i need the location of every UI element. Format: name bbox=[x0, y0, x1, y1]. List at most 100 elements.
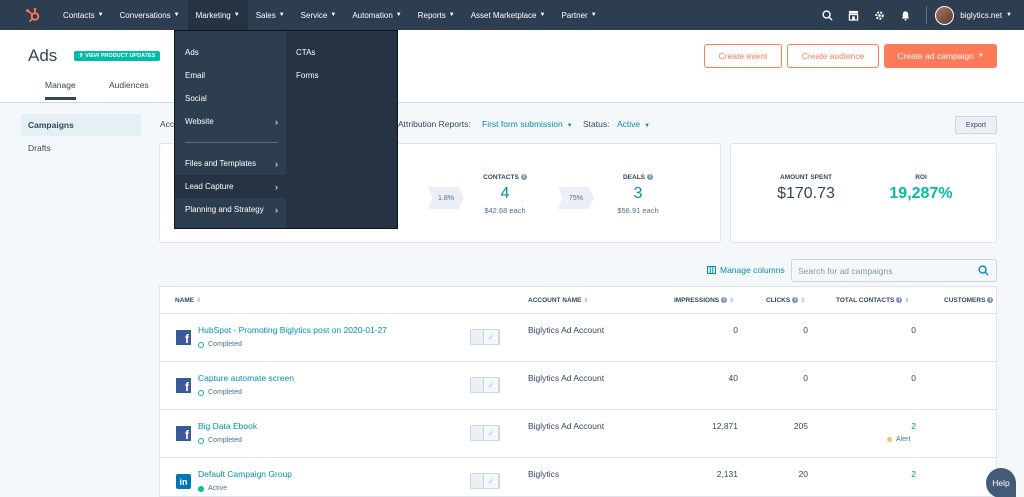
info-icon[interactable]: i bbox=[987, 297, 994, 304]
info-icon[interactable]: i bbox=[721, 297, 728, 304]
table-row: f Capture automate screen Completed ✓ Bi… bbox=[160, 362, 996, 410]
nav-contacts[interactable]: Contacts ▼ bbox=[55, 0, 112, 30]
menu-item-email[interactable]: Email bbox=[175, 64, 286, 87]
check-icon: ✓ bbox=[483, 377, 499, 393]
menu-item-website[interactable]: Website › bbox=[175, 110, 286, 133]
campaign-status-label: Completed bbox=[208, 389, 242, 396]
campaign-name-link[interactable]: Big Data Ebook bbox=[198, 421, 257, 431]
chevron-down-icon: ▼ bbox=[1006, 12, 1012, 18]
column-header-total-contacts[interactable]: TOTAL CONTACTS i ⇕ bbox=[836, 297, 909, 304]
nav-asset-marketplace[interactable]: Asset Marketplace ▼ bbox=[463, 0, 554, 30]
chevron-down-icon: ▼ bbox=[278, 12, 285, 18]
total-contacts-cell[interactable]: 2 bbox=[840, 421, 916, 431]
marketing-dropdown-menu: Ads Email Social Website › Files and Temp… bbox=[174, 30, 398, 229]
sort-icon: ⇕ bbox=[904, 298, 910, 304]
gear-icon[interactable] bbox=[866, 0, 892, 30]
sort-icon: ⇕ bbox=[800, 298, 806, 304]
column-header-impressions[interactable]: IMPRESSIONS i ⇕ bbox=[674, 297, 734, 304]
chevron-down-icon: ▼ bbox=[330, 12, 337, 18]
menu-item-forms[interactable]: Forms bbox=[286, 64, 397, 87]
account-name: biglytics.net bbox=[960, 10, 1003, 20]
nav-conversations[interactable]: Conversations ▼ bbox=[112, 0, 188, 30]
search-icon[interactable] bbox=[814, 0, 840, 30]
search-input[interactable] bbox=[792, 260, 968, 281]
total-contacts-cell[interactable]: 2 bbox=[840, 469, 916, 479]
menu-item-files-and-templates[interactable]: Files and Templates › bbox=[175, 152, 286, 175]
manage-columns-link[interactable]: Manage columns bbox=[707, 265, 785, 275]
menu-item-planning-and-strategy[interactable]: Planning and Strategy › bbox=[175, 198, 286, 221]
campaign-name-link[interactable]: Capture automate screen bbox=[198, 373, 294, 383]
column-header-name[interactable]: NAME ⇕ bbox=[175, 297, 201, 304]
impressions-header-label: IMPRESSIONS bbox=[674, 297, 720, 304]
campaign-toggle[interactable]: ✓ bbox=[470, 329, 500, 345]
nav-partner[interactable]: Partner ▼ bbox=[553, 0, 604, 30]
chevron-down-icon: ▼ bbox=[448, 12, 455, 18]
campaign-name-link[interactable]: HubSpot - Promoting Biglytics post on 20… bbox=[198, 325, 387, 335]
nav-service[interactable]: Service ▼ bbox=[293, 0, 345, 30]
nav-marketing[interactable]: Marketing ▼ bbox=[187, 0, 248, 30]
nav-automation-label: Automation bbox=[352, 10, 393, 20]
menu-item-label: Files and Templates bbox=[185, 159, 256, 168]
create-audience-button[interactable]: Create audience bbox=[787, 44, 879, 68]
create-event-button[interactable]: Create event bbox=[704, 44, 782, 68]
chevron-right-icon: › bbox=[275, 204, 278, 215]
tab-audiences[interactable]: Audiences bbox=[109, 80, 149, 90]
contacts-alert: Alert bbox=[887, 436, 910, 443]
tab-manage[interactable]: Manage bbox=[45, 80, 76, 100]
menu-item-ctas[interactable]: CTAs bbox=[286, 41, 397, 64]
conversion-rate-2: 75% bbox=[558, 187, 594, 209]
nav-sales[interactable]: Sales ▼ bbox=[248, 0, 293, 30]
info-icon[interactable]: i bbox=[792, 297, 799, 304]
menu-item-lead-capture[interactable]: Lead Capture › bbox=[175, 175, 286, 198]
nav-partner-label: Partner bbox=[561, 10, 588, 20]
search-icon[interactable] bbox=[978, 265, 989, 278]
clicks-cell: 0 bbox=[803, 325, 808, 335]
info-icon[interactable]: i bbox=[896, 297, 903, 304]
view-product-updates-badge[interactable]: ⬆ VIEW PRODUCT UPDATES bbox=[74, 51, 161, 61]
total-contacts-cell: 0 bbox=[911, 373, 916, 383]
campaign-toggle[interactable]: ✓ bbox=[470, 473, 500, 489]
nav-automation[interactable]: Automation ▼ bbox=[344, 0, 409, 30]
status-dropdown[interactable]: Active ▼ bbox=[617, 119, 650, 129]
impressions-cell: 12,871 bbox=[712, 421, 738, 431]
help-button[interactable]: Help bbox=[986, 468, 1016, 497]
campaigns-table: NAME ⇕ ACCOUNT NAME ⇕ IMPRESSIONS i ⇕ CLICKS… bbox=[159, 286, 997, 497]
avatar[interactable] bbox=[935, 5, 955, 25]
check-icon: ✓ bbox=[483, 425, 499, 441]
menu-divider bbox=[185, 142, 278, 143]
nav-divider bbox=[926, 6, 928, 24]
sidebar-item-campaigns[interactable]: Campaigns bbox=[21, 114, 141, 136]
check-icon: ✓ bbox=[483, 473, 499, 489]
nav-reports-label: Reports bbox=[417, 10, 446, 20]
marketplace-icon[interactable] bbox=[840, 0, 866, 30]
facebook-icon: f bbox=[176, 378, 191, 393]
contacts-label: CONTACTS bbox=[483, 174, 519, 181]
status-value: Active bbox=[617, 119, 641, 129]
account-name-cell: Biglytics Ad Account bbox=[528, 373, 605, 383]
info-icon[interactable]: i bbox=[647, 174, 654, 181]
bell-icon[interactable] bbox=[892, 0, 918, 30]
nav-reports[interactable]: Reports ▼ bbox=[410, 0, 463, 30]
account-name-cell: Biglytics Ad Account bbox=[528, 325, 605, 335]
campaign-status-label: Completed bbox=[208, 341, 242, 348]
hubspot-logo-icon[interactable] bbox=[25, 7, 41, 23]
campaign-toggle[interactable]: ✓ bbox=[470, 425, 500, 441]
account-menu[interactable]: biglytics.net ▼ bbox=[960, 11, 1012, 20]
create-ad-campaign-button[interactable]: Create ad campaign ▼ bbox=[884, 44, 997, 68]
table-row: f HubSpot - Promoting Biglytics post on … bbox=[160, 314, 996, 362]
chevron-right-icon: › bbox=[275, 116, 278, 127]
sidebar-item-drafts[interactable]: Drafts bbox=[21, 137, 141, 159]
chevron-down-icon: ▼ bbox=[97, 12, 104, 18]
column-header-customers[interactable]: CUSTOMERS i bbox=[944, 297, 994, 304]
campaign-status: Completed bbox=[198, 389, 242, 396]
export-button[interactable]: Export bbox=[955, 116, 997, 134]
menu-item-social[interactable]: Social bbox=[175, 87, 286, 110]
column-header-account[interactable]: ACCOUNT NAME ⇕ bbox=[528, 297, 588, 304]
campaign-toggle[interactable]: ✓ bbox=[470, 377, 500, 393]
column-header-clicks[interactable]: CLICKS i ⇕ bbox=[766, 297, 805, 304]
campaign-name-link[interactable]: Default Campaign Group bbox=[198, 469, 292, 479]
info-icon[interactable]: i bbox=[520, 174, 527, 181]
menu-item-ads[interactable]: Ads bbox=[175, 41, 286, 64]
attribution-dropdown[interactable]: First form submission ▼ bbox=[482, 119, 573, 129]
columns-icon bbox=[707, 266, 716, 274]
